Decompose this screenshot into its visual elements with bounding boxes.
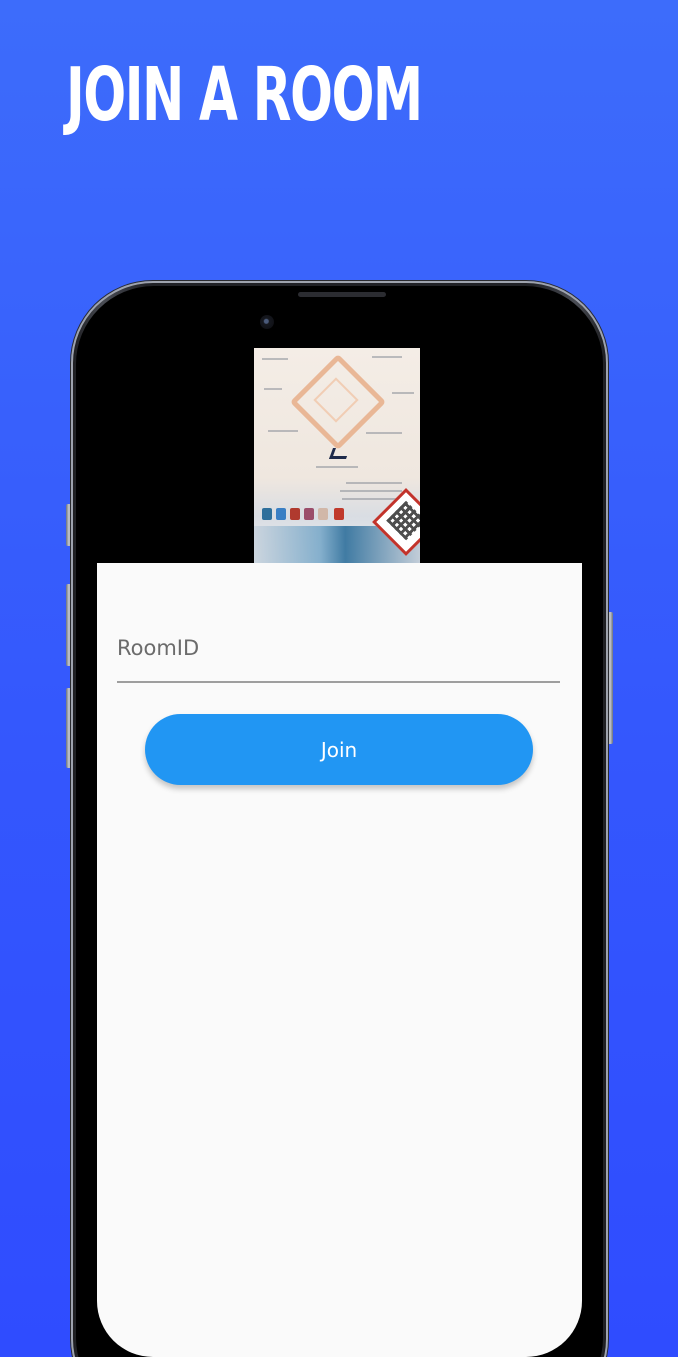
room-id-input[interactable]	[117, 615, 560, 683]
speaker-grille-icon	[298, 292, 386, 297]
preview-logo-mark	[328, 448, 351, 459]
join-room-screen: Join	[97, 563, 582, 1357]
front-camera-icon	[260, 315, 274, 329]
camera-preview-image	[254, 348, 420, 564]
page-title: JOIN A ROOM	[66, 52, 423, 138]
join-button[interactable]: Join	[145, 714, 533, 785]
